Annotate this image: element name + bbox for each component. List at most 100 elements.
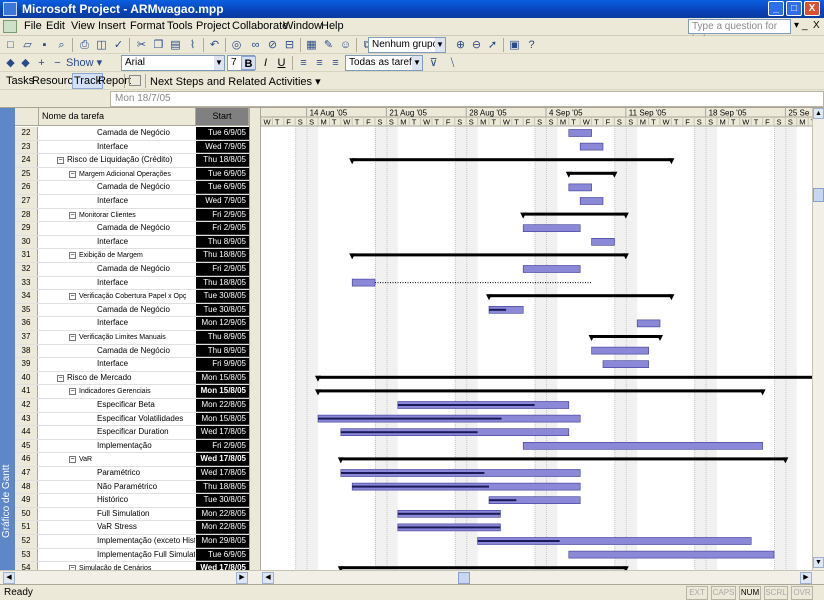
task-bar[interactable]	[579, 197, 604, 205]
menu-window[interactable]: Window	[283, 20, 322, 32]
font-select[interactable]: Arial ▼	[121, 55, 225, 71]
table-row[interactable]: 47 Paramétrico Wed 17/8/05	[15, 467, 249, 481]
pane-splitter[interactable]	[249, 108, 261, 570]
task-name-cell[interactable]: − Verificação Limites Manuais	[39, 331, 195, 344]
summary-bar[interactable]	[352, 158, 672, 162]
task-name-cell[interactable]: − Verificação Cobertura Papel x Opç	[39, 290, 195, 303]
task-name-cell[interactable]: Camada de Negócio	[39, 345, 195, 358]
print-icon[interactable]: ⎙	[77, 38, 92, 52]
task-bar[interactable]	[591, 238, 615, 246]
column-header-start[interactable]: Start	[196, 108, 249, 126]
gantt-scroll-left-icon[interactable]: ◀	[262, 572, 274, 584]
task-bar[interactable]	[568, 550, 775, 559]
start-date-cell[interactable]: Wed 7/9/05	[196, 195, 249, 208]
start-date-cell[interactable]: Mon 15/8/05	[196, 371, 249, 385]
task-name-cell[interactable]: − Monitorar Clientes	[39, 209, 195, 222]
table-row[interactable]: 38 Camada de Negócio Thu 8/9/05	[15, 344, 249, 359]
close-button[interactable]: X	[804, 1, 820, 16]
vertical-scrollbar[interactable]: ▲ ▼	[812, 108, 824, 570]
collapse-icon[interactable]: −	[69, 334, 76, 341]
collapse-icon[interactable]: −	[69, 170, 76, 178]
menu-edit[interactable]: Edit	[46, 20, 65, 32]
task-name-cell[interactable]: VaR Stress	[39, 521, 195, 534]
task-information-icon[interactable]: ▦	[304, 38, 319, 52]
row-id[interactable]: 31	[15, 249, 38, 262]
start-date-cell[interactable]: Wed 17/8/05	[196, 453, 249, 466]
align-center-icon[interactable]: ≡	[312, 56, 327, 70]
row-id[interactable]: 44	[15, 426, 38, 439]
filter-select[interactable]: Todas as tarefas ▼	[345, 55, 423, 71]
task-bar[interactable]	[602, 360, 649, 368]
guide-report-button[interactable]: Report	[98, 75, 131, 87]
collapse-icon[interactable]: −	[69, 388, 76, 396]
summary-bar[interactable]	[523, 212, 626, 216]
row-id[interactable]: 22	[15, 127, 38, 140]
table-row[interactable]: 31− Exibição de Margem Thu 18/8/05	[15, 249, 249, 263]
indent-icon[interactable]: ◆	[18, 56, 33, 70]
guide-tasks-button[interactable]: Tasks	[6, 75, 34, 87]
maximize-button[interactable]: □	[786, 1, 802, 16]
save-icon[interactable]: ▪	[37, 38, 52, 52]
spelling-icon[interactable]: ✓	[111, 38, 126, 52]
row-id[interactable]: 24	[15, 154, 38, 167]
row-id[interactable]: 33	[15, 276, 38, 290]
task-name-cell[interactable]: Especificar Duration	[39, 426, 195, 439]
row-id[interactable]: 49	[15, 494, 38, 507]
row-id[interactable]: 27	[15, 195, 38, 208]
align-left-icon[interactable]: ≡	[296, 56, 311, 70]
summary-bar[interactable]	[318, 375, 812, 379]
row-id[interactable]: 29	[15, 222, 38, 235]
hide-subtasks-icon[interactable]: −	[50, 56, 65, 70]
start-date-cell[interactable]: Fri 2/9/05	[196, 263, 249, 276]
italic-button[interactable]: I	[258, 56, 273, 70]
table-row[interactable]: 53 Implementação Full Simulatio Tue 6/9/05	[15, 548, 249, 563]
link-tasks-icon[interactable]: ∞	[248, 38, 263, 52]
row-id[interactable]: 46	[15, 453, 38, 466]
table-row[interactable]: 34− Verificação Cobertura Papel x Opç Tue …	[15, 290, 249, 304]
table-row[interactable]: 39 Interface Fri 9/9/05	[15, 358, 249, 372]
table-row[interactable]: 28− Monitorar Clientes Fri 2/9/05	[15, 208, 249, 223]
row-id[interactable]: 45	[15, 439, 38, 453]
menu-format[interactable]: Format	[130, 20, 165, 32]
start-date-cell[interactable]: Tue 30/8/05	[196, 290, 249, 303]
row-id[interactable]: 32	[15, 263, 38, 276]
task-name-cell[interactable]: Camada de Negócio	[39, 127, 195, 140]
show-outline-dropdown[interactable]: Show ▾	[66, 56, 116, 70]
open-file-icon[interactable]: ▱	[20, 38, 35, 52]
task-bar[interactable]	[591, 346, 649, 355]
table-row[interactable]: 41− Indicadores Gerenciais Mon 15/8/05	[15, 385, 249, 399]
help-search-input[interactable]: Type a question for help	[688, 19, 791, 45]
table-row[interactable]: 26 Camada de Negócio Tue 6/9/05	[15, 181, 249, 195]
row-id[interactable]: 26	[15, 181, 38, 194]
task-bar[interactable]	[351, 278, 376, 287]
summary-bar[interactable]	[568, 171, 615, 175]
task-name-cell[interactable]: − VaR	[39, 453, 195, 466]
autofilter-icon[interactable]: ⊽	[426, 56, 441, 70]
start-date-cell[interactable]: Mon 22/8/05	[196, 399, 249, 412]
summary-bar[interactable]	[591, 335, 660, 338]
start-date-cell[interactable]: Tue 30/8/05	[196, 494, 249, 507]
format-painter-icon[interactable]: ⌇	[185, 38, 200, 52]
menu-help[interactable]: Help	[321, 20, 344, 32]
summary-bar[interactable]	[352, 253, 626, 257]
gantt-wizard-icon[interactable]: ⧹	[445, 56, 460, 70]
scroll-down-icon[interactable]: ▼	[813, 557, 824, 568]
start-date-cell[interactable]: Tue 30/8/05	[196, 303, 249, 317]
assign-resources-icon[interactable]: ☺	[338, 38, 353, 52]
summary-bar[interactable]	[318, 389, 763, 393]
cut-icon[interactable]: ✂	[134, 38, 149, 52]
search-icon[interactable]: ⌕	[54, 38, 69, 52]
task-name-cell[interactable]: Especificar Beta	[39, 399, 195, 412]
goto-task-icon[interactable]: ➚	[485, 38, 500, 52]
start-date-cell[interactable]: Wed 17/8/05	[196, 562, 249, 570]
table-row[interactable]: 29 Camada de Negócio Fri 2/9/05	[15, 222, 249, 236]
align-right-icon[interactable]: ≡	[328, 56, 343, 70]
document-icon[interactable]	[3, 20, 17, 33]
row-id[interactable]: 51	[15, 521, 38, 534]
task-bar[interactable]	[522, 265, 581, 273]
table-row[interactable]: 27 Interface Wed 7/9/05	[15, 195, 249, 209]
group-by-select[interactable]: Nenhum grupo ▼	[368, 37, 446, 53]
start-date-cell[interactable]: Thu 8/9/05	[196, 235, 249, 249]
summary-bar[interactable]	[489, 294, 672, 298]
task-bar[interactable]	[568, 129, 592, 137]
